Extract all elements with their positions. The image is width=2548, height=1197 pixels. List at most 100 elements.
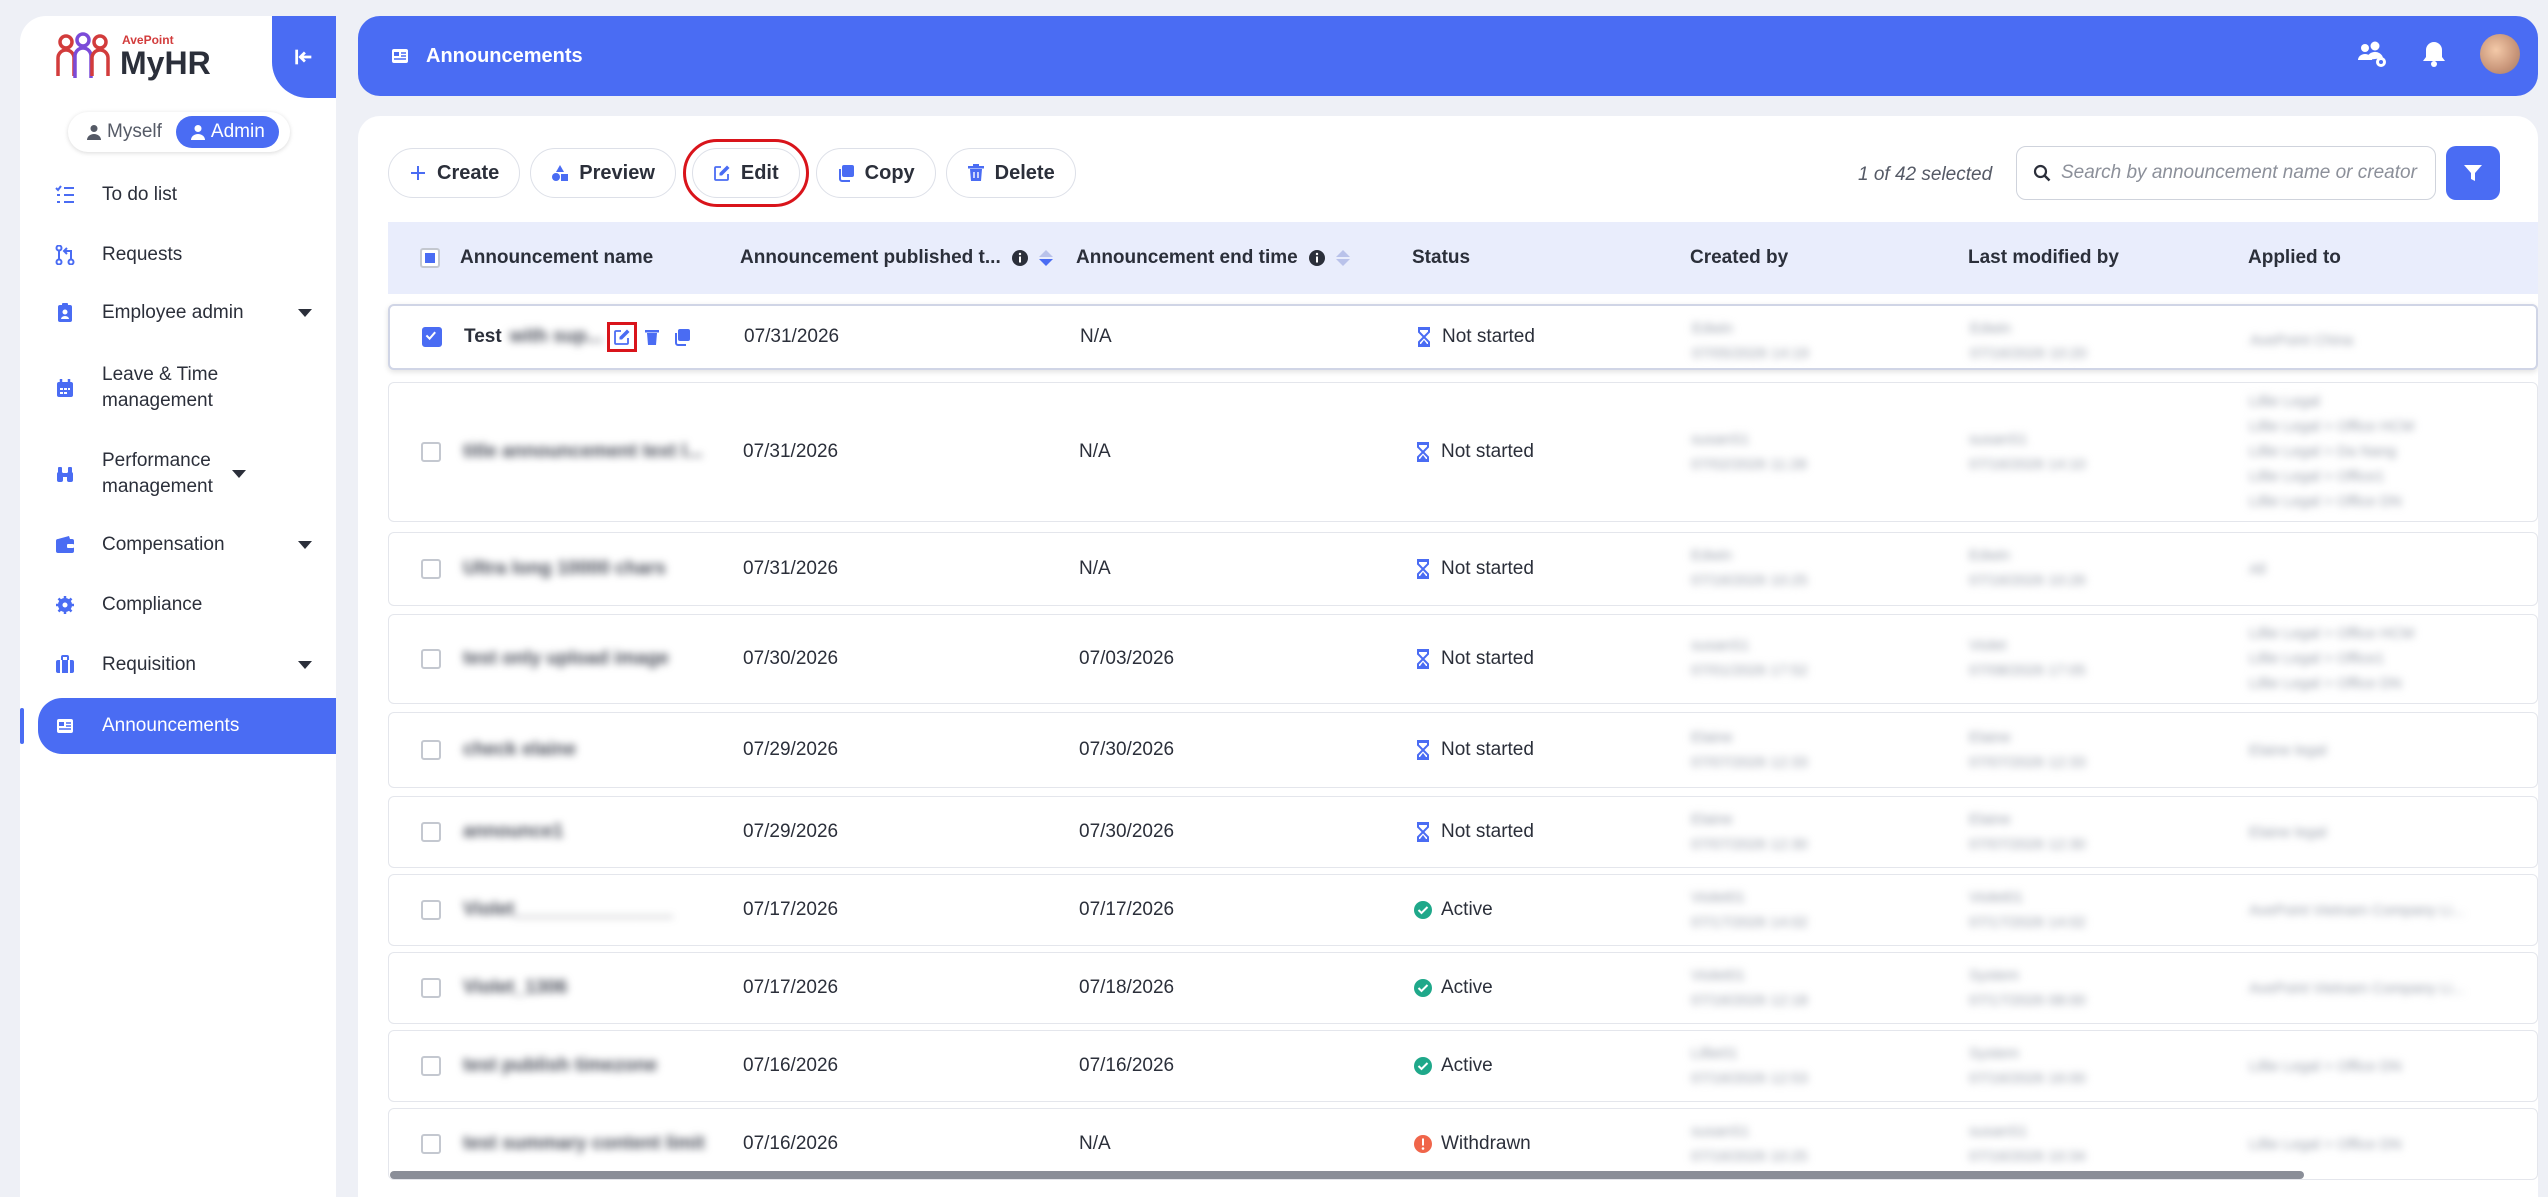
main-panel: Create Preview Edit Copy Delete 1 of 42 …	[358, 116, 2538, 1197]
table-row[interactable]: Violet_1306 07/17/2026 07/18/2026 Active…	[388, 952, 2538, 1024]
table-row[interactable]: title announcement text l... 07/31/2026 …	[388, 382, 2538, 522]
user-icon	[87, 125, 101, 140]
status-badge: Active	[1413, 953, 1493, 1023]
applied-to-cell: Lillie Legal > Office DN	[2249, 1054, 2402, 1079]
modified-date: 07/16/2026 16:00	[1969, 1070, 2086, 1087]
modifier-name: Elaine	[1969, 729, 2011, 746]
table-row[interactable]: Test with sup... 07/31/2026 N/A Not star…	[388, 304, 2538, 370]
applied-to-item: AvePoint Vietnam Company Li...	[2249, 902, 2465, 919]
row-checkbox[interactable]	[422, 327, 442, 347]
status-badge: Not started	[1413, 615, 1534, 703]
row-checkbox[interactable]	[421, 1056, 441, 1076]
applied-to-cell: Lillie Legal > Office DN	[2249, 1132, 2402, 1157]
announcement-name[interactable]: test publish timezone	[463, 1055, 657, 1077]
copy-button[interactable]: Copy	[815, 148, 936, 198]
created-date: 07/16/2026 12:53	[1691, 1070, 1808, 1087]
admin-user-icon	[190, 125, 205, 140]
info-icon[interactable]	[1011, 249, 1029, 267]
created-by-cell: Elaine 07/07/2026 12:33	[1691, 725, 1808, 775]
modified-by-cell: System 07/17/2026 08:00	[1969, 963, 2086, 1013]
announcement-name[interactable]: title announcement text l...	[463, 441, 703, 463]
avatar[interactable]	[2480, 34, 2520, 74]
pull-request-icon	[55, 245, 75, 265]
sidebar-item-label: Performance management	[102, 450, 213, 497]
role-myself-label: Myself	[107, 121, 162, 142]
column-header-end-time[interactable]: Announcement end time	[1076, 247, 1350, 269]
applied-to-item: Lillie Legal > Office DN	[2249, 1058, 2402, 1075]
sidebar-item-requisition[interactable]: Requisition	[38, 650, 336, 680]
edit-button[interactable]: Edit	[682, 139, 809, 207]
info-icon[interactable]	[1308, 249, 1326, 267]
sidebar-item-performance[interactable]: Performance management	[38, 446, 336, 502]
sidebar-item-announcements[interactable]: Announcements	[38, 698, 336, 754]
sidebar-item-todo[interactable]: To do list	[38, 180, 336, 210]
announcement-name[interactable]: Violet_______________	[463, 899, 673, 921]
applied-to-cell: Elaine legal	[2249, 738, 2327, 763]
modifier-name: susanS1	[1969, 431, 2028, 448]
announcement-name[interactable]: announce1	[463, 821, 563, 843]
applied-to-item: Lillie Legal > Office DN	[2249, 1136, 2402, 1153]
sort-icon[interactable]	[1335, 250, 1350, 266]
collapse-sidebar-button[interactable]	[272, 16, 336, 98]
announcement-name[interactable]: test only upload image	[463, 648, 669, 670]
table-row[interactable]: Ultra long 10000 chars 07/31/2026 N/A No…	[388, 532, 2538, 606]
table-row[interactable]: announce1 07/29/2026 07/30/2026 Not star…	[388, 796, 2538, 868]
modifier-name: susanS1	[1969, 1123, 2028, 1140]
table-row[interactable]: test publish timezone 07/16/2026 07/16/2…	[388, 1030, 2538, 1102]
row-checkbox[interactable]	[421, 900, 441, 920]
modified-date: 07/17/2026 14:02	[1969, 914, 2086, 931]
announcement-name[interactable]: test summary content limit	[463, 1133, 705, 1155]
announcement-name[interactable]: check elaine	[463, 739, 576, 761]
filter-button[interactable]	[2446, 146, 2500, 200]
announcement-name[interactable]: Test	[464, 326, 502, 348]
modified-by-cell: Elaine 07/07/2026 12:30	[1969, 807, 2086, 857]
row-actions	[606, 322, 691, 352]
hourglass-icon	[1417, 559, 1429, 579]
announcement-name[interactable]: Violet_1306	[463, 977, 567, 999]
applied-to-item: Elaine legal	[2249, 824, 2327, 841]
action-toolbar: Create Preview Edit Copy Delete	[388, 139, 1076, 207]
hourglass-icon	[1418, 327, 1430, 347]
sidebar-item-employee-admin[interactable]: Employee admin	[38, 298, 336, 328]
table-row[interactable]: Violet_______________ 07/17/2026 07/17/2…	[388, 874, 2538, 946]
trash-icon[interactable]	[643, 328, 661, 346]
announcement-name-rest: with sup...	[509, 326, 603, 347]
trash-icon	[967, 164, 984, 181]
sidebar-item-requests[interactable]: Requests	[38, 240, 336, 270]
created-by-cell: Violet01 07/17/2026 14:02	[1691, 885, 1808, 935]
delete-button[interactable]: Delete	[945, 148, 1076, 198]
copy-icon[interactable]	[673, 328, 691, 346]
row-checkbox[interactable]	[421, 978, 441, 998]
announcement-name[interactable]: Ultra long 10000 chars	[463, 558, 666, 580]
row-checkbox[interactable]	[421, 740, 441, 760]
table-row[interactable]: test only upload image 07/30/2026 07/03/…	[388, 614, 2538, 704]
row-checkbox[interactable]	[421, 442, 441, 462]
search-box[interactable]	[2016, 146, 2436, 200]
row-checkbox[interactable]	[421, 822, 441, 842]
check-circle-icon	[1414, 901, 1432, 919]
row-checkbox[interactable]	[421, 649, 441, 669]
creator-name: Violet01	[1691, 889, 1745, 906]
search-input[interactable]	[2061, 162, 2431, 184]
column-header-published[interactable]: Announcement published t...	[740, 247, 1053, 269]
status-badge: Not started	[1413, 713, 1534, 787]
role-myself-button[interactable]: Myself	[72, 116, 176, 148]
create-button[interactable]: Create	[388, 148, 521, 198]
sidebar-item-compliance[interactable]: Compliance	[38, 590, 336, 620]
applied-to-cell: Elaine legal	[2249, 820, 2327, 845]
sidebar-item-leave-time[interactable]: Leave & Time management	[38, 360, 336, 416]
sort-icon[interactable]	[1038, 250, 1053, 266]
table-row[interactable]: test summary content limit 07/16/2026 N/…	[388, 1108, 2538, 1180]
sidebar-item-compensation[interactable]: Compensation	[38, 530, 336, 560]
row-checkbox[interactable]	[421, 559, 441, 579]
team-settings-icon[interactable]	[2356, 38, 2388, 70]
select-all-checkbox[interactable]	[420, 248, 440, 268]
horizontal-scrollbar[interactable]	[390, 1171, 2304, 1179]
bell-icon[interactable]	[2418, 38, 2450, 70]
role-admin-button[interactable]: Admin	[175, 116, 279, 148]
preview-button[interactable]: Preview	[530, 148, 676, 198]
modifier-name: Violet01	[1969, 889, 2023, 906]
table-row[interactable]: check elaine 07/29/2026 07/30/2026 Not s…	[388, 712, 2538, 788]
edit-icon[interactable]	[606, 322, 637, 352]
row-checkbox[interactable]	[421, 1134, 441, 1154]
